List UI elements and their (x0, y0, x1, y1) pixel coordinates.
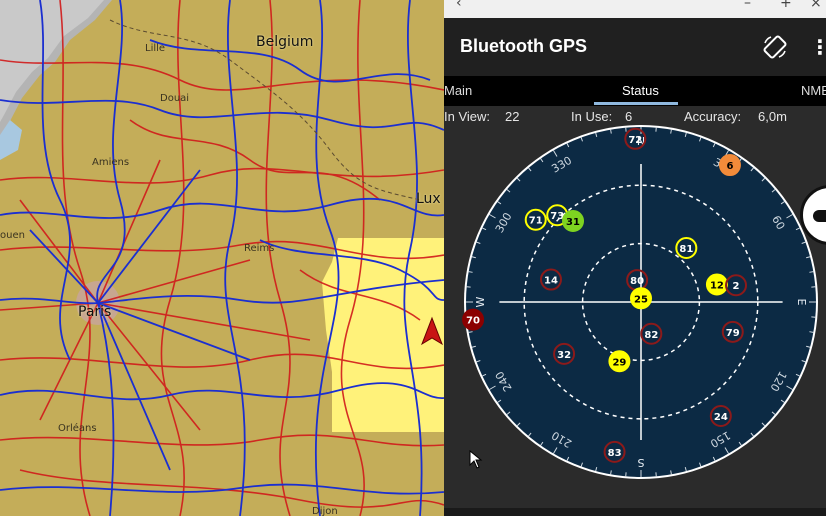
satellite-label: 83 (608, 448, 622, 459)
map-canvas[interactable] (0, 0, 444, 516)
satellite-label: 82 (644, 330, 658, 341)
satellite-label: 29 (612, 357, 626, 368)
mouse-cursor-icon (469, 449, 483, 474)
tab-nmea[interactable]: NME (801, 83, 826, 98)
city-label-lux: Lux (416, 191, 441, 207)
city-label-paris: Paris (78, 304, 112, 320)
satellite-31[interactable]: 31 (562, 209, 585, 232)
more-vert-icon[interactable]: ⋮ (810, 36, 826, 60)
satellite-label: 81 (679, 244, 693, 255)
satellite-25[interactable]: 25 (630, 287, 652, 310)
cardinal-w: W (474, 296, 487, 307)
satellite-29[interactable]: 29 (608, 350, 631, 373)
satellite-label: 31 (566, 217, 580, 228)
city-label-rouen: ouen (0, 230, 25, 241)
bottom-bar (444, 508, 826, 516)
satellite-6[interactable]: 6 (718, 154, 741, 177)
screen-rotation-icon[interactable] (762, 34, 788, 60)
satellite-label: 80 (630, 276, 644, 287)
cardinal-e: E (795, 299, 808, 306)
satellite-70[interactable]: 70 (462, 308, 485, 331)
satellite-label: 71 (529, 216, 543, 227)
satellite-label: 79 (726, 328, 740, 339)
bluetooth-gps-window: ‹ – + × Bluetooth GPS ⋮ Main Status NME … (444, 0, 826, 516)
maximize-icon[interactable]: + (780, 0, 792, 11)
city-label-amiens: Amiens (92, 157, 130, 168)
satellite-label: 12 (710, 280, 724, 291)
satellite-label: 6 (726, 161, 733, 172)
satellite-label: 25 (634, 294, 648, 305)
satellite-12[interactable]: 12 (705, 273, 728, 296)
minimize-icon[interactable]: – (744, 0, 751, 11)
tab-indicator (594, 102, 678, 105)
satellite-label: 2 (733, 281, 740, 292)
tab-main[interactable]: Main (444, 83, 472, 98)
satellite-label: 72 (628, 135, 642, 146)
back-chevron-icon[interactable]: ‹ (456, 0, 462, 11)
city-label-reims: Reims (244, 243, 275, 254)
app-title: Bluetooth GPS (460, 36, 587, 56)
satellite-label: 70 (466, 316, 480, 327)
city-label-lille: Lille (145, 43, 166, 54)
satellite-label: 32 (557, 350, 571, 361)
city-label-belgium: Belgium (256, 34, 314, 50)
fab-icon (813, 210, 826, 222)
close-icon[interactable]: × (810, 0, 822, 11)
satellite-label: 14 (544, 276, 558, 287)
tab-status[interactable]: Status (622, 83, 659, 98)
satellite-skyplot: 3060120150210240300330NESW 7267173318180… (462, 125, 818, 479)
city-label-douai: Douai (160, 93, 190, 104)
map-view[interactable]: Belgium Paris Lux Lille Douai Amiens Rei… (0, 0, 444, 516)
app-bar: Bluetooth GPS ⋮ (444, 18, 826, 76)
cardinal-s: S (637, 456, 644, 469)
city-label-dijon: Dijon (312, 506, 338, 516)
satellite-label: 24 (714, 412, 728, 423)
window-titlebar: ‹ – + × (444, 0, 826, 18)
city-label-orleans: Orléans (58, 423, 97, 434)
